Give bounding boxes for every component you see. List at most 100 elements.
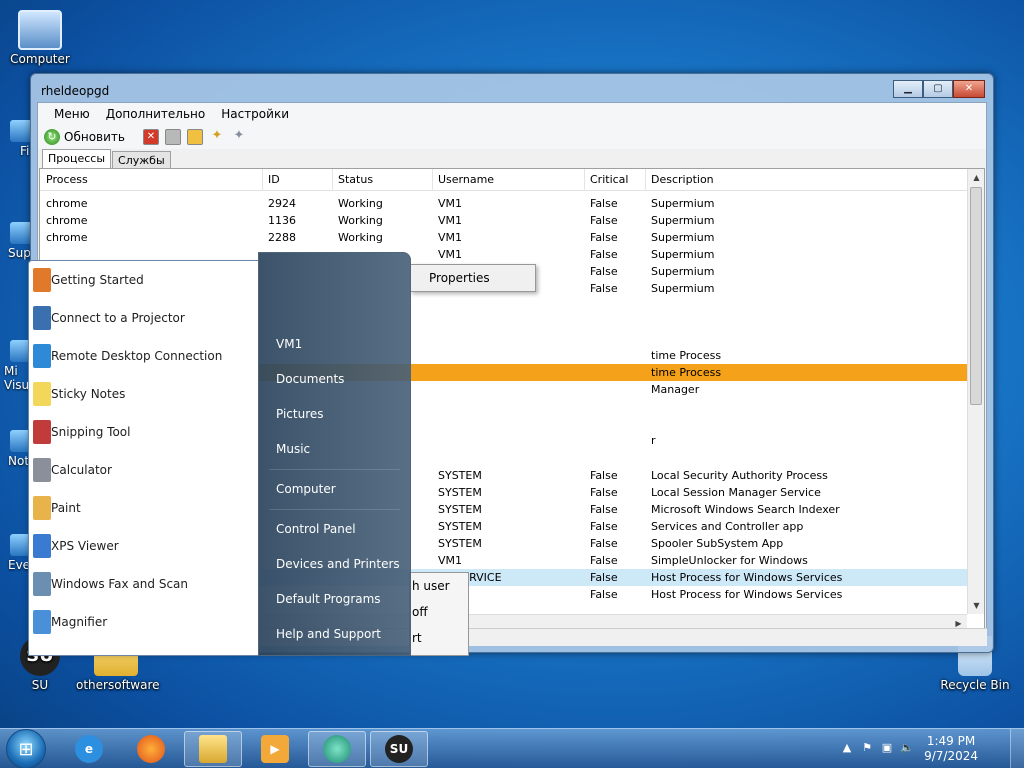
start-program-label: Windows Fax and Scan <box>51 577 189 591</box>
vertical-scrollbar[interactable]: ▲ ▼ <box>967 169 984 614</box>
show-hidden-icons-icon[interactable]: ▲ <box>840 741 854 755</box>
cell-critical: False <box>590 588 618 601</box>
cell-id: 1136 <box>268 214 296 227</box>
menu-additional[interactable]: Дополнительно <box>98 107 214 121</box>
column-critical[interactable]: Critical <box>584 169 628 191</box>
minimize-button[interactable]: ▁ <box>893 80 923 98</box>
desktop-icon-partial[interactable]: Fi <box>0 120 30 158</box>
start-item-pictures[interactable]: Pictures <box>259 397 410 432</box>
start-item-devices-printers[interactable]: Devices and Printers <box>259 547 410 582</box>
start-program-item[interactable]: Getting Started <box>29 261 258 299</box>
cell-status: Working <box>338 214 383 227</box>
menu-settings[interactable]: Настройки <box>213 107 297 121</box>
cell-critical: False <box>590 469 618 482</box>
cell-critical: False <box>590 248 618 261</box>
start-item-help-support[interactable]: Help and Support <box>259 617 410 652</box>
start-item-control-panel[interactable]: Control Panel <box>259 512 410 547</box>
start-program-item[interactable]: Remote Desktop Connection <box>29 337 258 375</box>
tab-services[interactable]: Службы <box>112 151 171 169</box>
context-menu-item[interactable]: h user <box>410 573 468 599</box>
trash-icon[interactable] <box>164 129 181 145</box>
start-item-documents[interactable]: Documents <box>259 362 410 397</box>
scroll-thumb[interactable] <box>970 187 982 405</box>
taskbar-firefox[interactable] <box>122 731 180 767</box>
kill-process-icon[interactable]: ✕ <box>142 129 159 145</box>
context-menu: Properties <box>410 264 536 292</box>
start-program-label: Getting Started <box>51 273 144 287</box>
menu-main[interactable]: Меню <box>46 107 98 121</box>
desktop-icon-partial[interactable]: Mi Visu <box>0 340 30 392</box>
start-button[interactable]: ⊞ <box>6 729 46 768</box>
tab-processes[interactable]: Процессы <box>42 149 112 169</box>
app-icon <box>10 534 30 556</box>
cell-desc: Supermium <box>651 214 715 227</box>
context-menu-item[interactable]: rt <box>410 625 468 651</box>
table-row[interactable]: chrome 1136 Working VM1 False Supermium <box>40 212 967 229</box>
start-program-label: Sticky Notes <box>51 387 126 401</box>
start-item-computer[interactable]: Computer <box>259 472 410 507</box>
cell-desc: Local Security Authority Process <box>651 469 828 482</box>
maximize-button[interactable]: ▢ <box>923 80 953 98</box>
cell-user: VM1 <box>438 554 463 567</box>
start-program-item[interactable]: Connect to a Projector <box>29 299 258 337</box>
su-app-icon: SU <box>385 735 413 763</box>
column-status[interactable]: Status <box>332 169 373 191</box>
refresh-label: Обновить <box>64 130 125 144</box>
start-item-user[interactable]: VM1 <box>259 327 410 362</box>
start-item-music[interactable]: Music <box>259 432 410 467</box>
table-row[interactable]: chrome 2924 Working VM1 False Supermium <box>40 195 967 212</box>
desktop-icon-label: Recycle Bin <box>940 678 1010 692</box>
start-program-item[interactable]: Windows Fax and Scan <box>29 565 258 603</box>
start-item-default-programs[interactable]: Default Programs <box>259 582 410 617</box>
network-icon[interactable]: ▣ <box>880 741 894 755</box>
refresh-icon: ↻ <box>44 129 60 145</box>
column-id[interactable]: ID <box>262 169 280 191</box>
cell-critical: False <box>590 231 618 244</box>
desktop-icon-partial[interactable]: Sup <box>0 222 30 260</box>
context-menu-item[interactable]: off <box>410 599 468 625</box>
cell-desc: Services and Controller app <box>651 520 804 533</box>
taskbar-ie[interactable]: e <box>60 731 118 767</box>
clock[interactable]: 1:49 PM 9/7/2024 <box>924 734 978 764</box>
start-program-label: Calculator <box>51 463 112 477</box>
start-program-item[interactable]: Paint <box>29 489 258 527</box>
media-player-icon: ▶ <box>261 735 289 763</box>
shield-alt-icon[interactable]: ✦ <box>231 129 247 145</box>
title-bar[interactable]: rheldeopgd ▁ ▢ ✕ <box>31 74 993 104</box>
toolbar: ↻ Обновить ✕ ✦ ✦ <box>38 125 986 149</box>
column-process[interactable]: Process <box>40 169 88 191</box>
start-program-item[interactable]: Sticky Notes <box>29 375 258 413</box>
cell-status: Working <box>338 231 383 244</box>
start-program-item[interactable]: Calculator <box>29 451 258 489</box>
volume-muted-icon[interactable]: 🔈 <box>900 741 914 755</box>
start-program-item[interactable]: Snipping Tool <box>29 413 258 451</box>
taskbar-su[interactable]: SU <box>370 731 428 767</box>
scroll-up-icon[interactable]: ▲ <box>968 169 984 186</box>
column-username[interactable]: Username <box>432 169 494 191</box>
edit-icon[interactable] <box>186 129 203 145</box>
taskbar-explorer[interactable] <box>184 731 242 767</box>
start-program-label: XPS Viewer <box>51 539 119 553</box>
cell-desc: Supermium <box>651 248 715 261</box>
start-program-label: Connect to a Projector <box>51 311 185 325</box>
column-description[interactable]: Description <box>645 169 714 191</box>
taskbar-supermium[interactable] <box>308 731 366 767</box>
taskbar-media-player[interactable]: ▶ <box>246 731 304 767</box>
context-menu-properties[interactable]: Properties <box>411 265 535 291</box>
cell-critical: False <box>590 554 618 567</box>
close-button[interactable]: ✕ <box>953 80 985 98</box>
cell-process: chrome <box>46 197 88 210</box>
start-program-item[interactable]: Magnifier <box>29 603 258 641</box>
desktop-icon-computer[interactable]: Computer <box>0 10 80 66</box>
start-program-item[interactable]: XPS Viewer <box>29 527 258 565</box>
scroll-down-icon[interactable]: ▼ <box>968 597 984 614</box>
shield-icon[interactable]: ✦ <box>209 129 225 145</box>
cell-desc: Microsoft Windows Search Indexer <box>651 503 840 516</box>
desktop-icon-partial[interactable]: Not <box>0 430 30 468</box>
action-center-flag-icon[interactable]: ⚑ <box>860 741 874 755</box>
refresh-button[interactable]: ↻ Обновить <box>44 129 125 145</box>
table-row[interactable]: chrome 2288 Working VM1 False Supermium <box>40 229 967 246</box>
show-desktop-button[interactable] <box>1010 729 1024 768</box>
context-menu-partial: h user off rt <box>409 572 469 656</box>
desktop-icon-partial[interactable]: Eve <box>0 534 30 572</box>
